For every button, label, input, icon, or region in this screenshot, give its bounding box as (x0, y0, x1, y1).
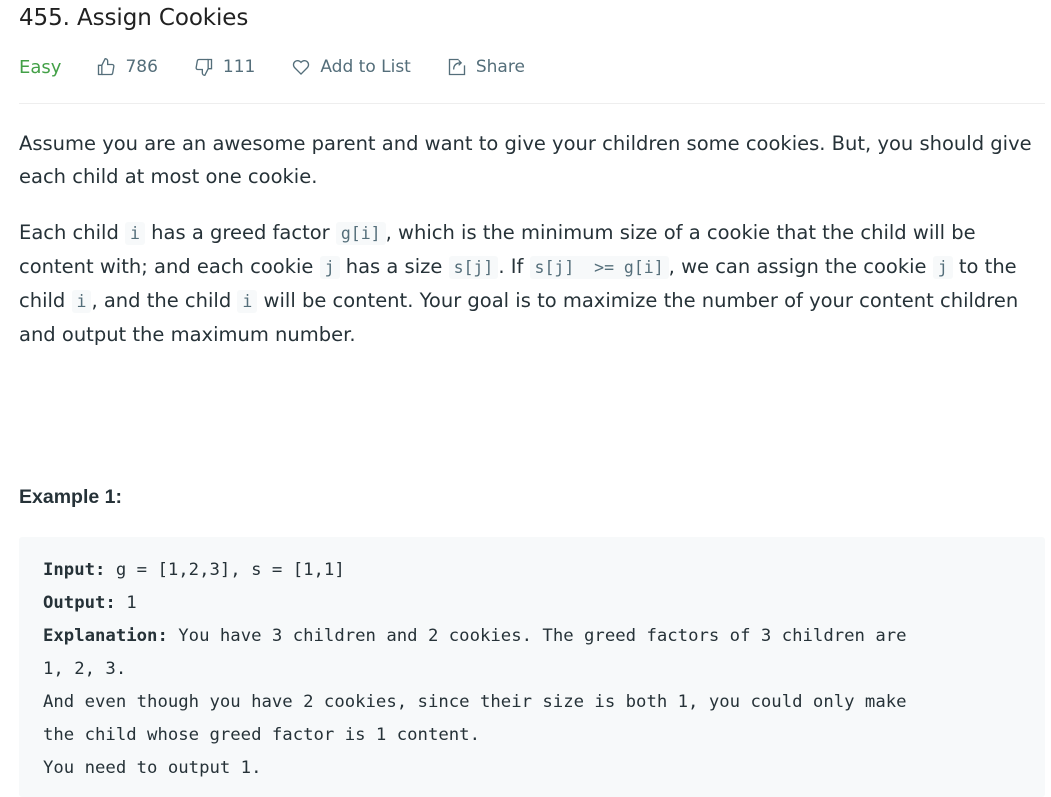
input-label: Input: (43, 560, 106, 580)
inline-code: s[j] >= g[i] (529, 256, 669, 279)
explanation-line: You need to output 1. (43, 758, 262, 778)
dislike-button[interactable]: 111 (194, 57, 255, 77)
explanation-line: You have 3 children and 2 cookies. The g… (167, 626, 907, 646)
text-span: , we can assign the cookie (668, 255, 933, 278)
inline-code: j (932, 256, 953, 279)
problem-meta-row: Easy 786 111 Add to List Share (19, 50, 1045, 84)
explanation-line: And even though you have 2 cookies, sinc… (43, 692, 907, 712)
difficulty-badge: Easy (19, 56, 62, 78)
description-paragraph-1: Assume you are an awesome parent and wan… (19, 132, 1032, 188)
description-paragraph-2: Each child i has a greed factor g[i], wh… (19, 216, 1045, 351)
dislike-count: 111 (222, 57, 256, 77)
problem-description: Assume you are an awesome parent and wan… (19, 127, 1045, 351)
inline-code: i (237, 290, 258, 313)
text-span: . If (498, 255, 530, 278)
share-label: Share (475, 57, 525, 77)
inline-code: i (71, 290, 92, 313)
explanation-line: the child whose greed factor is 1 conten… (43, 725, 480, 745)
text-span: has a greed factor (144, 221, 336, 244)
example-1-code-block: Input: g = [1,2,3], s = [1,1] Output: 1 … (19, 537, 1045, 797)
output-label: Output: (43, 593, 116, 613)
text-span: has a size (339, 255, 449, 278)
add-to-list-label: Add to List (320, 57, 411, 77)
inline-code: i (125, 222, 145, 245)
inline-code: j (319, 256, 340, 279)
input-value: g = [1,2,3], s = [1,1] (105, 560, 345, 580)
explanation-label: Explanation: (43, 626, 168, 646)
problem-title: 455. Assign Cookies (19, 5, 249, 31)
share-icon (448, 58, 466, 76)
thumbs-up-icon (98, 57, 115, 76)
explanation-line: 1, 2, 3. (43, 659, 127, 679)
problem-page: 455. Assign Cookies Easy 786 111 Add to … (19, 0, 1045, 797)
inline-code: g[i] (335, 222, 386, 245)
heart-icon (293, 59, 310, 76)
text-span: Each child (19, 221, 126, 244)
header-divider (19, 103, 1045, 104)
text-span: , and the child (91, 289, 238, 312)
thumbs-down-icon (195, 58, 213, 77)
example-1-title: Example 1: (19, 486, 122, 508)
add-to-list-button[interactable]: Add to List (291, 57, 411, 77)
like-count: 786 (125, 57, 158, 77)
inline-code: s[j] (448, 256, 499, 279)
share-button[interactable]: Share (447, 57, 525, 77)
like-button[interactable]: 786 (96, 57, 158, 77)
output-value: 1 (115, 593, 137, 613)
